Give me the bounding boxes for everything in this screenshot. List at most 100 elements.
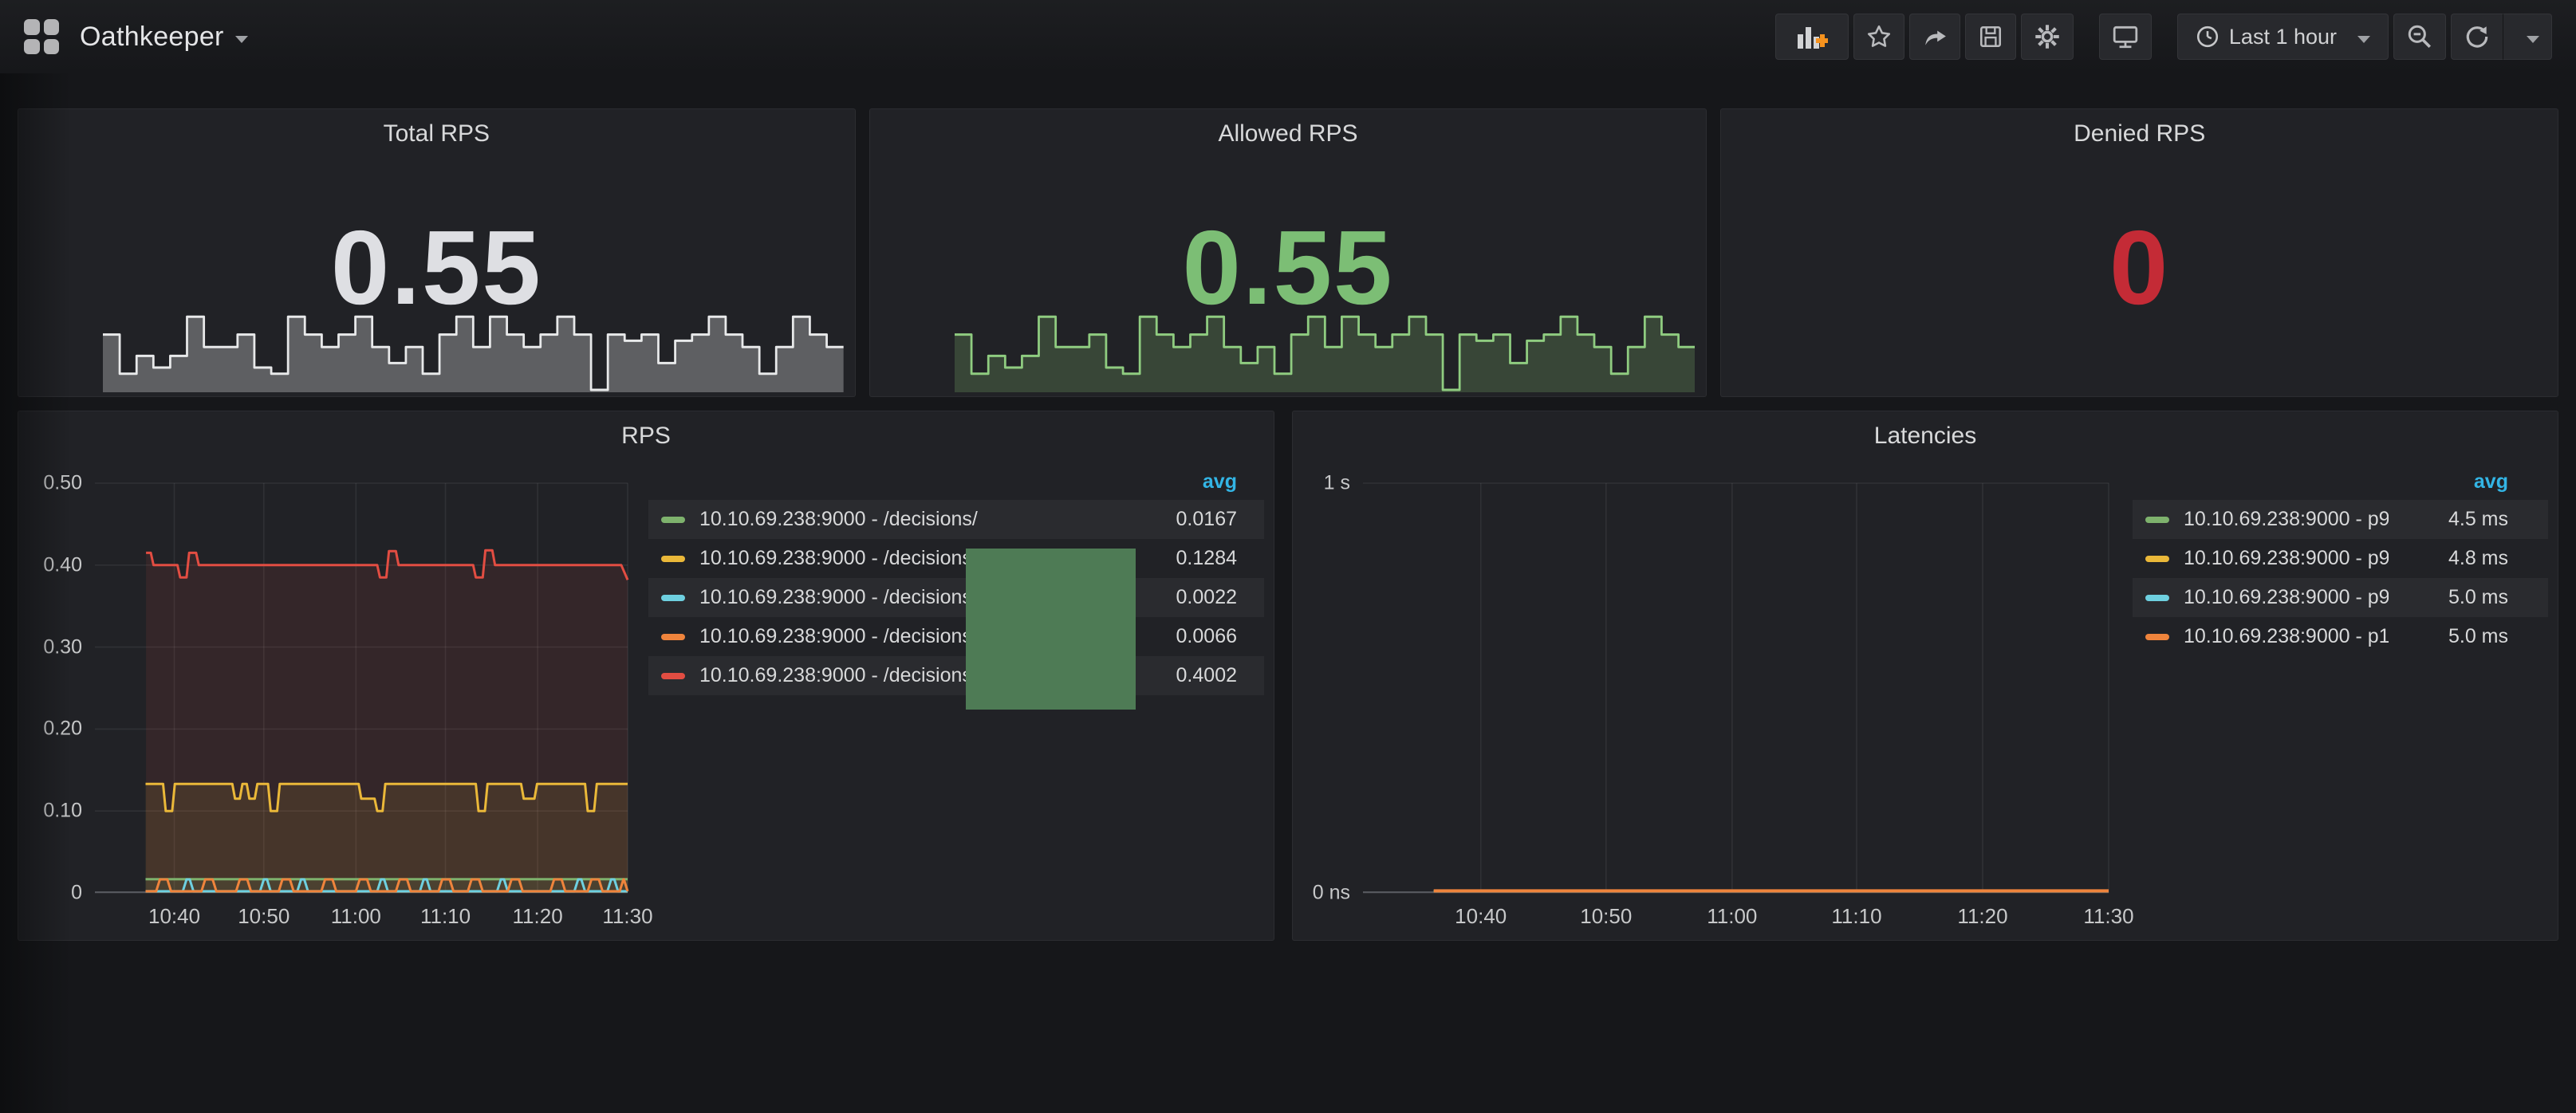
y-tick-label: 0.20: [43, 718, 82, 741]
series-color-swatch-icon[interactable]: [661, 673, 685, 679]
series-color-swatch-icon[interactable]: [2145, 595, 2169, 601]
navbar: Oathkeeper: [0, 0, 2576, 73]
cycle-view-mode-button[interactable]: [2099, 14, 2152, 60]
panel-latencies-graph: Latencies 10:4010:5011:0011:1011:2011:30…: [1292, 411, 2558, 941]
latencies-legend: avg 10.10.69.238:9000 - p904.5 ms10.10.6…: [2133, 462, 2548, 656]
x-tick-label: 11:00: [1707, 904, 1757, 929]
x-tick-label: 11:10: [1831, 904, 1881, 929]
bottom-row: RPS 10:4010:5011:0011:1011:2011:300.500.…: [18, 411, 2558, 941]
zoom-out-button[interactable]: [2393, 14, 2446, 60]
legend-row[interactable]: 10.10.69.238:9000 - /decisions/0.1284: [648, 539, 1264, 578]
chevron-down-icon: [2357, 36, 2370, 43]
x-tick-label: 10:40: [148, 904, 200, 929]
settings-button[interactable]: [2021, 14, 2074, 60]
legend-row[interactable]: 10.10.69.238:9000 - /decisions/0.0022: [648, 578, 1264, 617]
green-overlay-artifact: [966, 549, 1136, 710]
legend-series-label[interactable]: 10.10.69.238:9000 - p90: [2184, 508, 2389, 531]
time-range-label: Last 1 hour: [2229, 25, 2337, 49]
top-row: Total RPS 0.55 Allowed RPS 0.55 Denied R…: [18, 108, 2558, 397]
series-color-swatch-icon[interactable]: [661, 517, 685, 523]
series-color-swatch-icon[interactable]: [2145, 634, 2169, 640]
stat-value-denied-rps: 0: [1721, 215, 2558, 321]
series-color-swatch-icon[interactable]: [661, 634, 685, 640]
x-tick-label: 11:20: [1957, 904, 2007, 929]
chevron-down-icon: [2527, 36, 2539, 43]
x-tick-label: 11:00: [331, 904, 381, 929]
legend-row[interactable]: 10.10.69.238:9000 - /decisions/0.4002: [648, 656, 1264, 695]
legend-row[interactable]: 10.10.69.238:9000 - p954.8 ms: [2133, 539, 2548, 578]
y-tick-label: 0.10: [43, 800, 82, 823]
x-tick-label: 11:30: [602, 904, 652, 929]
legend-header-avg[interactable]: avg: [648, 462, 1264, 500]
bar-chart-plus-icon: [1796, 23, 1828, 50]
y-tick-label: 1 s: [1324, 472, 1350, 495]
y-tick-label: 0: [71, 882, 82, 905]
save-icon: [1978, 24, 2003, 49]
y-tick-label: 0.30: [43, 635, 82, 659]
grafana-dashboard: { "header": { "logo_icon": "grid-icon", …: [0, 0, 2576, 1113]
rps-plot-area[interactable]: 10:4010:5011:0011:1011:2011:300.500.400.…: [95, 483, 628, 893]
refresh-icon: [2464, 23, 2491, 50]
series-color-swatch-icon[interactable]: [661, 595, 685, 601]
x-tick-label: 10:40: [1455, 904, 1507, 929]
monitor-icon: [2112, 24, 2139, 49]
share-button[interactable]: [1909, 14, 1960, 60]
save-button[interactable]: [1965, 14, 2016, 60]
chevron-down-icon: [235, 36, 248, 43]
clock-icon: [2196, 25, 2220, 49]
legend-series-label[interactable]: 10.10.69.238:9000 - p99: [2184, 586, 2389, 609]
share-icon: [1922, 24, 1948, 49]
x-tick-label: 11:20: [513, 904, 563, 929]
panel-title[interactable]: Latencies: [1293, 423, 2558, 450]
series-color-swatch-icon[interactable]: [661, 556, 685, 562]
x-tick-label: 11:10: [420, 904, 471, 929]
legend-header-avg[interactable]: avg: [2133, 462, 2548, 500]
dashboard-grid: Total RPS 0.55 Allowed RPS 0.55 Denied R…: [0, 108, 2576, 941]
legend-avg-value: 5.0 ms: [2389, 625, 2508, 648]
legend-avg-value: 4.8 ms: [2389, 547, 2508, 570]
gear-icon: [2034, 23, 2061, 50]
legend-series-label[interactable]: 10.10.69.238:9000 - p100: [2184, 625, 2389, 648]
legend-avg-value: 4.5 ms: [2389, 508, 2508, 531]
star-button[interactable]: [1853, 14, 1904, 60]
legend-row[interactable]: 10.10.69.238:9000 - /decisions/0.0167: [648, 500, 1264, 539]
series-color-swatch-icon[interactable]: [2145, 556, 2169, 562]
x-tick-label: 10:50: [238, 904, 290, 929]
legend-row[interactable]: 10.10.69.238:9000 - p1005.0 ms: [2133, 617, 2548, 656]
refresh-button[interactable]: [2451, 14, 2503, 60]
panel-denied-rps: Denied RPS 0: [1720, 108, 2558, 397]
legend-row[interactable]: 10.10.69.238:9000 - p995.0 ms: [2133, 578, 2548, 617]
latencies-plot-area[interactable]: 10:4010:5011:0011:1011:2011:301 s0 ns: [1363, 483, 2109, 893]
magnifier-minus-icon: [2406, 23, 2433, 50]
y-tick-label: 0 ns: [1313, 882, 1350, 905]
refresh-split-button: [2451, 14, 2552, 60]
series-color-swatch-icon[interactable]: [2145, 517, 2169, 523]
panel-allowed-rps: Allowed RPS 0.55: [869, 108, 1707, 397]
legend-row[interactable]: 10.10.69.238:9000 - p904.5 ms: [2133, 500, 2548, 539]
legend-avg-value: 0.0167: [1117, 508, 1237, 531]
x-tick-label: 11:30: [2083, 904, 2133, 929]
x-tick-label: 10:50: [1580, 904, 1632, 929]
legend-row[interactable]: 10.10.69.238:9000 - /decisions/0.0066: [648, 617, 1264, 656]
y-tick-label: 0.50: [43, 472, 82, 495]
refresh-interval-dropdown[interactable]: [2503, 14, 2552, 60]
latencies-chart: [1363, 483, 2109, 893]
legend-series-label[interactable]: 10.10.69.238:9000 - p95: [2184, 547, 2389, 570]
panel-title[interactable]: Allowed RPS: [870, 120, 1707, 147]
time-range-picker-button[interactable]: Last 1 hour: [2177, 14, 2389, 60]
panel-title[interactable]: Total RPS: [18, 120, 855, 147]
grafana-logo-grid-icon[interactable]: [24, 19, 59, 54]
y-tick-label: 0.40: [43, 553, 82, 576]
panel-total-rps: Total RPS 0.55: [18, 108, 856, 397]
rps-chart: [95, 483, 628, 893]
legend-avg-value: 5.0 ms: [2389, 586, 2508, 609]
sparkline-allowed-rps: [955, 298, 1696, 392]
legend-series-label[interactable]: 10.10.69.238:9000 - /decisions/: [699, 508, 1117, 531]
rps-legend: avg 10.10.69.238:9000 - /decisions/0.016…: [648, 462, 1264, 695]
add-panel-button[interactable]: [1775, 14, 1849, 60]
panel-title[interactable]: RPS: [18, 423, 1274, 450]
dashboard-title: Oathkeeper: [80, 22, 224, 53]
panel-title[interactable]: Denied RPS: [1721, 120, 2558, 147]
toolbar: Last 1 hour: [1771, 14, 2552, 60]
dashboard-title-dropdown[interactable]: Oathkeeper: [80, 22, 248, 53]
